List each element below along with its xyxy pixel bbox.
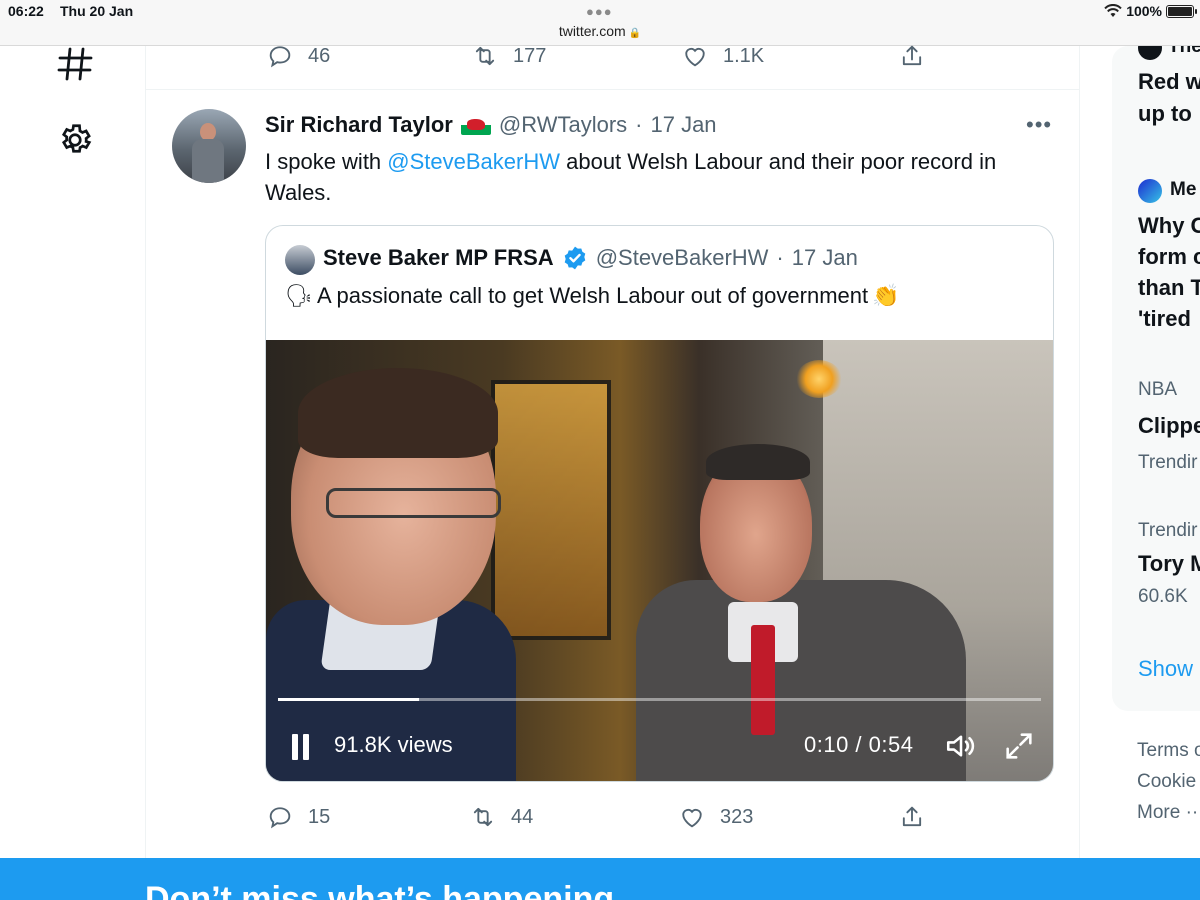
wales-flag-icon: [460, 115, 491, 135]
heart-icon: [682, 808, 702, 828]
like-action[interactable]: 1.1K: [681, 42, 764, 70]
author-name[interactable]: Sir Richard Taylor: [265, 112, 453, 138]
retweet-count: 44: [511, 805, 534, 828]
heart-icon: [685, 47, 705, 67]
trend-headline[interactable]: form c: [1138, 241, 1200, 272]
multitask-dots-icon[interactable]: ●●●: [586, 4, 613, 19]
author-handle[interactable]: @RWTaylors: [499, 112, 627, 138]
battery-percent: 100%: [1126, 3, 1162, 19]
fullscreen-icon[interactable]: [1002, 729, 1036, 763]
trend-headline[interactable]: 'tired: [1138, 303, 1191, 334]
mention-link[interactable]: @SteveBakerHW: [387, 149, 560, 174]
pause-icon[interactable]: [290, 734, 310, 760]
hashtag-icon[interactable]: [57, 46, 93, 82]
lock-icon: 🔒: [628, 28, 642, 39]
retweet-action[interactable]: 177: [471, 42, 546, 70]
video-person: [326, 488, 501, 518]
share-icon: [902, 45, 922, 66]
separator: ·: [635, 112, 643, 137]
video-player[interactable]: 91.8K views 0:10 / 0:54: [266, 340, 1053, 781]
trend-title[interactable]: Tory M: [1138, 548, 1200, 579]
trend-meta: Trendir: [1138, 452, 1198, 473]
gear-icon[interactable]: [57, 122, 93, 158]
battery-icon: [1166, 4, 1197, 18]
timeline-column: 46 177 1.1K Sir Richard Taylor @RWTaylor…: [145, 45, 1080, 858]
quoted-avatar[interactable]: [285, 245, 315, 275]
like-count: 323: [720, 805, 754, 828]
separator: ·: [776, 245, 784, 270]
signup-banner: Don’t miss what’s happening: [0, 858, 1200, 900]
status-indicators: 100%: [1104, 3, 1197, 19]
clapping-hands-emoji: 👏: [872, 283, 900, 308]
quoted-tweet[interactable]: Steve Baker MP FRSA @SteveBakerHW · 17 J…: [265, 225, 1054, 782]
address-bar[interactable]: twitter.com 🔒: [0, 23, 1200, 39]
share-action[interactable]: [898, 803, 926, 831]
reply-count: 46: [308, 44, 331, 67]
retweet-action[interactable]: 44: [469, 803, 533, 831]
reply-icon: [269, 807, 291, 829]
avatar[interactable]: [172, 109, 246, 183]
quoted-text: 🗣 A passionate call to get Welsh Labour …: [285, 283, 900, 309]
whats-happening-panel: The Red w up to Me Why C form c than T '…: [1112, 46, 1200, 711]
reply-action[interactable]: 15: [266, 803, 330, 831]
speaking-head-emoji: 🗣: [285, 283, 313, 308]
video-person: [706, 444, 810, 480]
video-progress-fill: [278, 698, 420, 701]
footer-more-link[interactable]: More ··: [1137, 802, 1198, 824]
trend-title[interactable]: Clippe: [1138, 410, 1200, 441]
verified-badge-icon: [564, 246, 585, 270]
quoted-header: Steve Baker MP FRSA @SteveBakerHW · 17 J…: [323, 245, 858, 271]
video-background: [491, 380, 611, 640]
view-count: 91.8K views: [334, 732, 453, 757]
footer-terms-link[interactable]: Terms o: [1137, 740, 1200, 762]
like-count: 1.1K: [723, 44, 765, 67]
video-time: 0:10 / 0:54: [804, 732, 914, 757]
trend-headline[interactable]: Why C: [1138, 210, 1200, 241]
share-icon: [902, 806, 922, 827]
reply-icon: [269, 46, 291, 68]
trend-headline[interactable]: than T: [1138, 272, 1200, 303]
trend-meta: 60.6K: [1138, 586, 1188, 607]
news-source: The: [1168, 46, 1200, 57]
quoted-author-name[interactable]: Steve Baker MP FRSA: [323, 245, 554, 271]
retweet-icon: [475, 46, 495, 66]
quoted-date[interactable]: 17 Jan: [792, 245, 858, 271]
share-action[interactable]: [898, 42, 926, 70]
reply-count: 15: [308, 805, 331, 828]
tweet-text-part: I spoke with: [265, 149, 388, 174]
news-source-icon: [1138, 46, 1162, 60]
clock: 06:22: [8, 3, 44, 19]
date: Thu 20 Jan: [60, 3, 134, 19]
video-progress-bar[interactable]: [278, 698, 1041, 701]
news-source-icon: [1138, 179, 1162, 203]
wifi-icon: [1104, 4, 1122, 17]
volume-icon[interactable]: [944, 729, 978, 763]
tweet-date[interactable]: 17 Jan: [650, 112, 716, 138]
more-options-icon[interactable]: •••: [1026, 112, 1052, 138]
video-person: [298, 368, 498, 458]
banner-headline: Don’t miss what’s happening: [145, 880, 615, 900]
tweet-header: Sir Richard Taylor @RWTaylors · 17 Jan: [265, 112, 717, 138]
show-more-link[interactable]: Show: [1138, 656, 1193, 682]
tweet-divider: [146, 89, 1079, 90]
url-text: twitter.com: [558, 23, 626, 39]
footer-cookie-link[interactable]: Cookie: [1137, 771, 1196, 793]
quoted-handle[interactable]: @SteveBakerHW: [596, 245, 769, 271]
trend-category: Trendir: [1138, 520, 1198, 541]
retweet-icon: [473, 807, 493, 827]
ios-status-bar: 06:22 Thu 20 Jan ●●● twitter.com 🔒 100%: [0, 0, 1200, 46]
reply-action[interactable]: 46: [266, 42, 330, 70]
news-source: Me: [1170, 179, 1197, 200]
video-background: [796, 360, 842, 398]
like-action[interactable]: 323: [678, 803, 753, 831]
retweet-count: 177: [513, 44, 547, 67]
trend-category: NBA: [1138, 379, 1178, 400]
tweet-text: I spoke with @SteveBakerHW about Welsh L…: [265, 146, 1065, 208]
video-controls: 91.8K views 0:10 / 0:54: [266, 712, 1053, 781]
quoted-text-body: A passionate call to get Welsh Labour ou…: [316, 283, 869, 308]
trend-headline[interactable]: Red w: [1138, 66, 1200, 97]
trend-headline[interactable]: up to: [1138, 98, 1192, 129]
